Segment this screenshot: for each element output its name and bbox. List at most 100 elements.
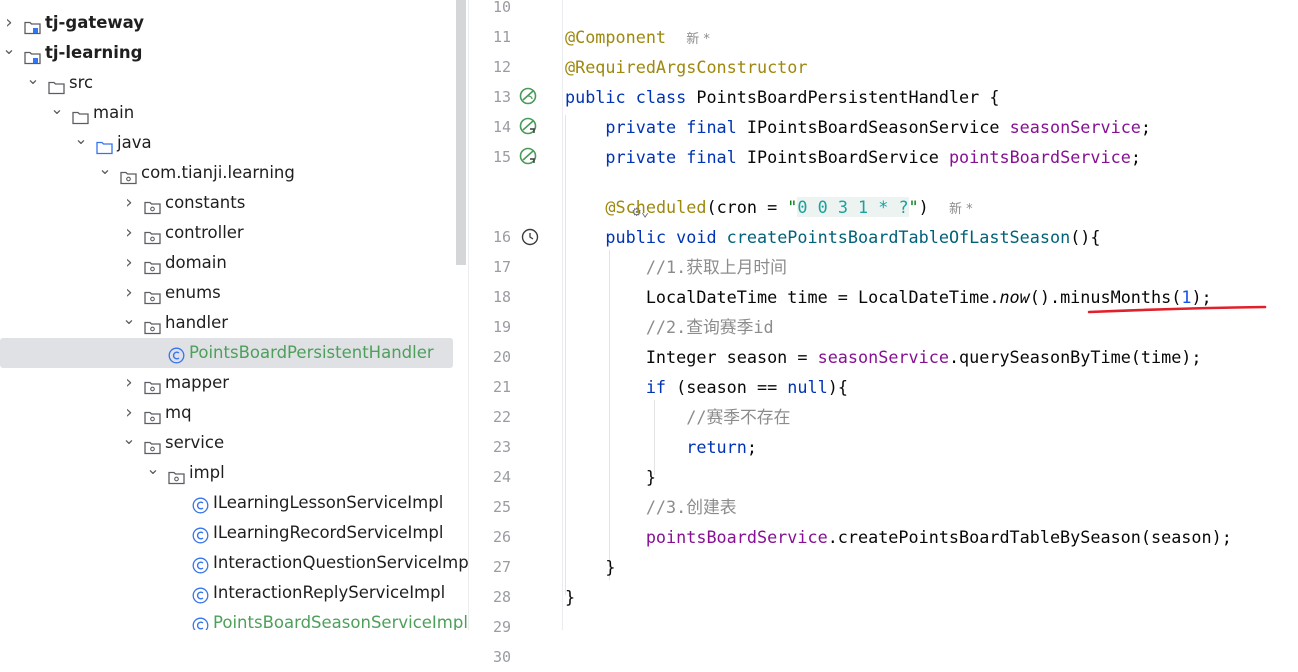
code-line-21[interactable]: Integer season = seasonService.querySeas… xyxy=(565,342,1202,372)
class-name: PointsBoardPersistentHandler { xyxy=(696,87,1000,107)
code-line-24[interactable]: return; xyxy=(565,432,757,462)
line-number: 13 xyxy=(492,88,511,106)
line-number: 18 xyxy=(492,288,511,306)
chevron-down-icon[interactable]: ⌄ xyxy=(74,128,88,158)
chevron-right-icon[interactable]: › xyxy=(122,218,136,248)
line-number: 17 xyxy=(492,258,511,276)
tree-item-label: domain xyxy=(165,253,227,272)
code-line-20[interactable]: //2.查询赛季id xyxy=(565,312,774,342)
scheduled-clock-icon[interactable] xyxy=(521,228,539,246)
chevron-right-icon[interactable]: › xyxy=(122,278,136,308)
code-line-25[interactable]: } xyxy=(565,462,656,492)
spring-bean-icon[interactable] xyxy=(519,87,537,105)
folder-icon xyxy=(72,105,89,125)
line-number: 25 xyxy=(492,498,511,516)
tree-item-label: com.tianji.learning xyxy=(141,163,295,182)
tree-item-label: mq xyxy=(165,403,192,422)
tree-item[interactable]: ILearningRecordServiceImpl xyxy=(0,518,455,548)
tree-item-label: ILearningLessonServiceImpl xyxy=(213,493,444,512)
tree-item[interactable]: ⌄ com.tianji.learning xyxy=(0,158,455,188)
code-line-26[interactable]: //3.创建表 xyxy=(565,492,737,522)
tree-item-label: service xyxy=(165,433,225,452)
chevron-down-icon[interactable]: ⌄ xyxy=(122,428,136,458)
keyword: private final xyxy=(605,147,747,167)
code-line-22[interactable]: if (season == null){ xyxy=(565,372,848,402)
chevron-down-icon[interactable]: ⌄ xyxy=(146,458,160,488)
source-folder-icon xyxy=(96,135,113,155)
tree-item[interactable]: ⌄ main xyxy=(0,98,455,128)
line-number: 19 xyxy=(492,318,511,336)
chevron-right-icon[interactable]: › xyxy=(2,8,16,38)
line-number: 16 xyxy=(492,228,511,246)
code-line-27[interactable]: pointsBoardService.createPointsBoardTabl… xyxy=(565,522,1232,552)
tree-item[interactable]: › tj-gateway xyxy=(0,8,455,38)
code-text: (cron = xyxy=(706,197,788,217)
tree-item[interactable]: › domain xyxy=(0,248,455,278)
chevron-down-icon[interactable]: ⌄ xyxy=(50,98,64,128)
line-number: 26 xyxy=(492,528,511,546)
field-name: pointsBoardService xyxy=(645,527,828,547)
package-icon xyxy=(144,285,161,305)
tree-item[interactable]: ⌄ java xyxy=(0,128,455,158)
package-icon xyxy=(144,315,161,335)
tree-item[interactable]: ⌄ handler xyxy=(0,308,455,338)
tree-item[interactable]: InteractionReplyServiceImpl xyxy=(0,578,455,608)
code-line-17[interactable]: public void createPointsBoardTableOfLast… xyxy=(565,222,1101,252)
punctuation: ; xyxy=(1130,147,1141,167)
tree-item-label: src xyxy=(69,73,94,92)
folder-icon xyxy=(48,75,65,95)
keyword: public class xyxy=(565,87,697,107)
package-icon xyxy=(120,165,137,185)
tree-item[interactable]: ⌄ service xyxy=(0,428,455,458)
package-icon xyxy=(144,375,161,395)
tree-item[interactable]: › mapper xyxy=(0,368,455,398)
chevron-down-icon[interactable]: ⌄ xyxy=(2,38,16,68)
code-line-14[interactable]: private final IPointsBoardSeasonService … xyxy=(565,112,1151,142)
code-line-12[interactable]: @RequiredArgsConstructor xyxy=(565,52,807,82)
tree-item[interactable]: › enums xyxy=(0,278,455,308)
code-line-18[interactable]: //1.获取上月时间 xyxy=(565,252,787,282)
tree-item[interactable]: InteractionQuestionServiceImpl xyxy=(0,548,468,578)
chevron-right-icon[interactable]: › xyxy=(122,368,136,398)
field-name: seasonService xyxy=(1009,117,1141,137)
type-name: IPointsBoardSeasonService xyxy=(746,117,1010,137)
chevron-right-icon[interactable]: › xyxy=(122,248,136,278)
chevron-right-icon[interactable]: › xyxy=(122,188,136,218)
comment: //赛季不存在 xyxy=(686,407,791,427)
code-line-29[interactable]: } xyxy=(565,582,575,612)
code-text: Integer season = xyxy=(645,347,818,367)
tree-item[interactable]: ⌄ tj-learning xyxy=(0,38,455,68)
code-text: .createPointsBoardTableBySeason(season); xyxy=(827,527,1232,547)
autowired-navigate-icon[interactable] xyxy=(519,117,537,135)
package-icon xyxy=(144,255,161,275)
line-number: 12 xyxy=(492,58,511,76)
tree-scrollbar[interactable] xyxy=(456,0,466,265)
code-text: ) xyxy=(918,197,929,217)
code-line-28[interactable]: } xyxy=(565,552,615,582)
tree-item[interactable]: › mq xyxy=(0,398,455,428)
tree-item[interactable]: › controller xyxy=(0,218,455,248)
code-editor[interactable]: 10 11 12 13 14 15 16 17 18 19 20 21 22 23 24 25 26 27 28 29… xyxy=(468,0,1298,666)
punctuation: (){ xyxy=(1070,227,1101,247)
package-icon xyxy=(144,435,161,455)
tree-item[interactable]: ⌄ src xyxy=(0,68,455,98)
code-line-13[interactable]: public class PointsBoardPersistentHandle… xyxy=(565,82,999,112)
code-line-16[interactable]: @Scheduled(cron = "0 0 3 1 * ?") 新 * xyxy=(565,192,973,222)
tree-item[interactable]: › constants xyxy=(0,188,455,218)
chevron-down-icon[interactable]: ⌄ xyxy=(98,158,112,188)
tree-item[interactable]: ILearningLessonServiceImpl xyxy=(0,488,455,518)
tree-item[interactable]: PointsBoardPersistentHandler xyxy=(0,338,453,368)
chevron-right-icon[interactable]: › xyxy=(122,398,136,428)
punctuation: } xyxy=(645,467,656,487)
project-tree: › tj-gateway ⌄ tj-learning ⌄ src ⌄ main ⌄ java ⌄ co… xyxy=(0,0,468,630)
code-line-15[interactable]: private final IPointsBoardService points… xyxy=(565,142,1141,172)
tree-item[interactable]: PointsBoardSeasonServiceImpl xyxy=(0,608,468,630)
code-line-23[interactable]: //赛季不存在 xyxy=(565,402,790,432)
chevron-down-icon[interactable]: ⌄ xyxy=(122,308,136,338)
code-line-11[interactable]: @Component 新 * xyxy=(565,22,710,52)
tree-item-label: PointsBoardPersistentHandler xyxy=(189,343,434,362)
tree-item-label: PointsBoardSeasonServiceImpl xyxy=(213,613,468,630)
tree-item[interactable]: ⌄ impl xyxy=(0,458,455,488)
chevron-down-icon[interactable]: ⌄ xyxy=(26,68,40,98)
autowired-navigate-icon[interactable] xyxy=(519,147,537,165)
